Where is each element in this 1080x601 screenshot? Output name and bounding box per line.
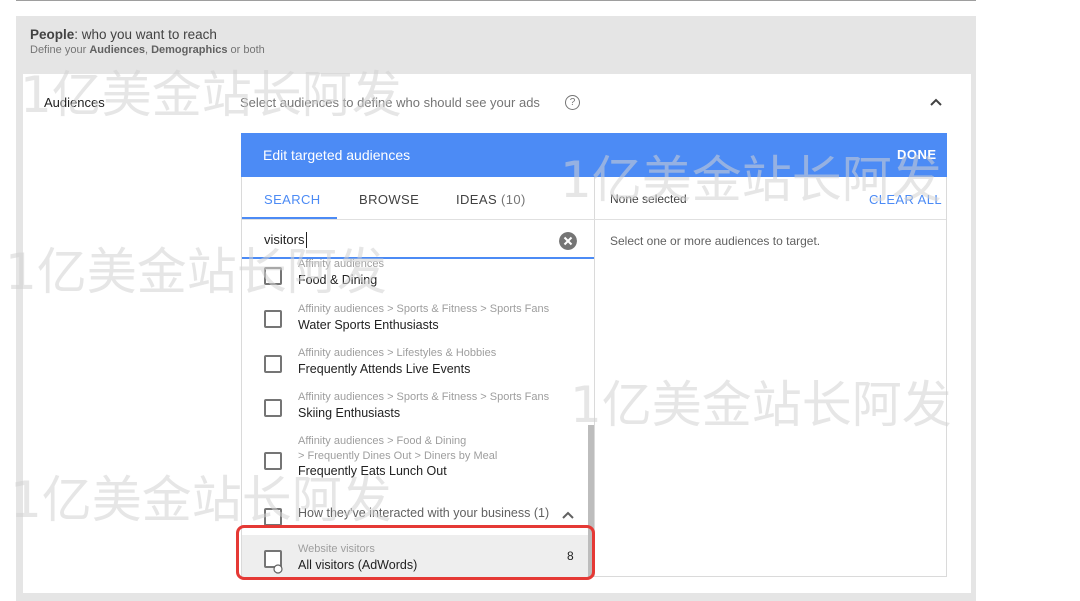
done-button[interactable]: DONE <box>897 147 937 162</box>
clear-search-icon[interactable] <box>559 232 577 250</box>
selected-divider <box>594 219 946 220</box>
result-name: Skiing Enthusiasts <box>298 406 401 420</box>
text-caret <box>306 232 307 248</box>
audiences-card: Audiences Select audiences to define who… <box>23 74 971 593</box>
result-path-continued: > Frequently Dines Out > Diners by Meal <box>298 450 498 462</box>
search-input[interactable]: visitors <box>264 232 304 247</box>
result-checkbox[interactable] <box>264 452 282 470</box>
tab-ideas[interactable]: IDEAS (10) <box>456 192 526 207</box>
group-label: How they've interacted with your busines… <box>298 506 550 520</box>
result-path: Affinity audiences > Sports & Fitness > … <box>298 303 550 315</box>
help-icon[interactable]: ? <box>565 95 580 110</box>
result-path: Affinity audiences > Sports & Fitness > … <box>298 391 550 403</box>
clear-all-button[interactable]: CLEAR ALL <box>869 192 942 207</box>
previous-card-edge <box>16 0 976 1</box>
editor-header: Edit targeted audiences DONE <box>241 133 947 177</box>
result-checkbox[interactable] <box>264 310 282 328</box>
result-path: Affinity audiences > Food & Dining <box>298 435 467 447</box>
highlight-annotation <box>236 525 595 580</box>
search-pane: SEARCH BROWSE IDEAS (10) visitors Affini… <box>242 177 595 577</box>
result-name: Water Sports Enthusiasts <box>298 318 439 332</box>
tab-browse[interactable]: BROWSE <box>359 192 419 207</box>
chevron-up-icon[interactable] <box>560 507 576 523</box>
result-item[interactable]: Affinity audiences > Food & Dining > Fre… <box>242 429 588 489</box>
result-item[interactable]: Affinity audiences > Lifestyles & Hobbie… <box>242 341 588 385</box>
result-item[interactable]: Affinity audiences > Sports & Fitness > … <box>242 385 588 429</box>
result-name: Food & Dining <box>298 273 378 287</box>
group-checkbox[interactable] <box>264 508 282 526</box>
editor-title: Edit targeted audiences <box>263 147 411 163</box>
result-name: Frequently Attends Live Events <box>298 362 471 376</box>
result-name: Frequently Eats Lunch Out <box>298 464 447 478</box>
selected-hint: Select one or more audiences to target. <box>610 234 821 248</box>
result-path: Affinity audiences > Lifestyles & Hobbie… <box>298 347 497 359</box>
tabs-divider <box>242 219 594 220</box>
audience-editor: Edit targeted audiences DONE SEARCH BROW… <box>241 133 947 577</box>
selection-status: None selected <box>610 192 687 206</box>
result-item[interactable]: Affinity audiences Food & Dining <box>242 259 588 297</box>
section-subtitle: Define your Audiences, Demographics or b… <box>30 44 265 56</box>
tab-search[interactable]: SEARCH <box>264 192 321 207</box>
audiences-hint: Select audiences to define who should se… <box>240 95 540 110</box>
result-item[interactable]: Affinity audiences > Sports & Fitness > … <box>242 297 588 341</box>
audiences-label: Audiences <box>44 95 105 110</box>
result-path: Affinity audiences <box>298 259 385 270</box>
result-checkbox[interactable] <box>264 267 282 285</box>
chevron-up-icon[interactable] <box>928 94 944 110</box>
result-checkbox[interactable] <box>264 399 282 417</box>
section-title: People: who you want to reach <box>30 27 217 42</box>
result-checkbox[interactable] <box>264 355 282 373</box>
selected-pane: None selected CLEAR ALL Select one or mo… <box>594 177 946 577</box>
